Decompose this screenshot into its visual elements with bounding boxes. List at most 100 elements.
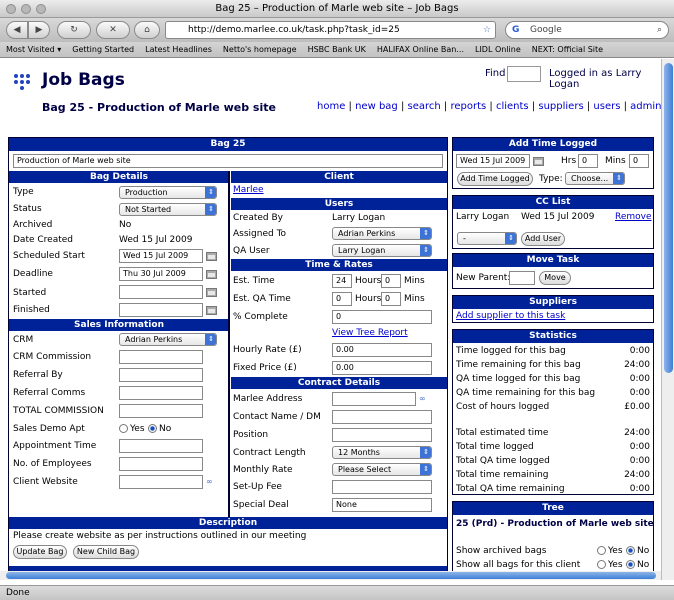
horizontal-scroll-thumb[interactable] (6, 572, 656, 579)
total-commission-input[interactable] (119, 404, 203, 418)
bookmark-item[interactable]: LIDL Online (475, 42, 521, 57)
close-window-button[interactable] (6, 4, 16, 14)
nav-admin[interactable]: admin (630, 101, 661, 112)
calendar-icon[interactable] (533, 157, 544, 166)
window-controls[interactable] (6, 4, 46, 14)
status-select[interactable]: Not Started ⇕ (119, 203, 217, 216)
marlee-address-input[interactable] (332, 392, 416, 406)
crm-commission-input[interactable] (119, 350, 203, 364)
demo-no-radio[interactable] (148, 424, 157, 433)
log-date-input[interactable]: Wed 15 Jul 2009 (456, 154, 530, 168)
calendar-icon[interactable] (206, 288, 217, 297)
move-button[interactable]: Move (539, 271, 571, 285)
tree-item-link[interactable]: 25 (Prd) - Production of Marle web site (456, 519, 654, 529)
vertical-scrollbar[interactable] (661, 59, 674, 580)
nav-users[interactable]: users (593, 101, 620, 112)
minimize-window-button[interactable] (21, 4, 31, 14)
hourly-rate-label: Hourly Rate (£) (233, 345, 302, 355)
hourly-rate-input[interactable]: 0.00 (332, 343, 432, 357)
bookmark-item[interactable]: Latest Headlines (145, 42, 212, 57)
type-select[interactable]: Production ⇕ (119, 186, 217, 199)
calendar-icon[interactable] (206, 252, 217, 261)
hrs-label: Hrs (561, 156, 577, 166)
stat-value: 0:00 (629, 374, 650, 384)
remove-cc-link[interactable]: Remove (615, 212, 652, 222)
qa-mins-input[interactable]: 0 (381, 292, 401, 306)
special-deal-input[interactable]: None (332, 498, 432, 512)
mins-input[interactable]: 0 (629, 154, 649, 168)
calendar-icon[interactable] (206, 306, 217, 315)
all-yes-radio[interactable] (597, 560, 606, 569)
bookmark-star-icon[interactable]: ☆ (483, 22, 491, 38)
scheduled-start-input[interactable]: Wed 15 Jul 2009 (119, 249, 203, 263)
all-no-radio[interactable] (626, 560, 635, 569)
nav-new-bag[interactable]: new bag (355, 101, 398, 112)
appointment-input[interactable] (119, 439, 203, 453)
bookmark-item[interactable]: Getting Started (72, 42, 134, 57)
forward-button[interactable]: ▶ (28, 21, 50, 39)
bookmark-item[interactable]: Netto's homepage (223, 42, 297, 57)
zoom-window-button[interactable] (36, 4, 46, 14)
add-supplier-link[interactable]: Add supplier to this task (456, 311, 565, 321)
link-icon[interactable]: ∞ (419, 394, 426, 403)
bag-title-input[interactable]: Production of Marle web site (13, 154, 443, 168)
add-user-button[interactable]: Add User (521, 232, 565, 246)
archived-yes-radio[interactable] (597, 546, 606, 555)
fixed-price-input[interactable]: 0.00 (332, 361, 432, 375)
setup-fee-input[interactable] (332, 480, 432, 494)
calendar-icon[interactable] (206, 270, 217, 279)
qa-user-select[interactable]: Larry Logan ⇕ (332, 244, 432, 257)
est-hours-input[interactable]: 24 (332, 274, 352, 288)
nav-search[interactable]: search (408, 101, 441, 112)
back-button[interactable]: ◀ (6, 21, 28, 39)
find-input[interactable] (507, 66, 541, 82)
employees-input[interactable] (119, 457, 203, 471)
demo-yes-radio[interactable] (119, 424, 128, 433)
nav-suppliers[interactable]: suppliers (538, 101, 583, 112)
hrs-input[interactable]: 0 (578, 154, 598, 168)
reload-button[interactable]: ↻ (57, 21, 91, 39)
new-parent-input[interactable] (509, 271, 535, 285)
new-child-bag-button[interactable]: New Child Bag (73, 545, 139, 559)
nav-home[interactable]: home (317, 101, 345, 112)
home-button[interactable]: ⌂ (134, 21, 160, 39)
crm-select[interactable]: Adrian Perkins ⇕ (119, 333, 217, 346)
total-value: 0:00 (629, 456, 650, 466)
link-icon[interactable]: ∞ (206, 477, 213, 486)
horizontal-scrollbar[interactable] (0, 571, 661, 580)
search-placeholder: Google (530, 25, 562, 35)
time-type-select[interactable]: Choose... ⇕ (565, 172, 625, 185)
cc-user-select[interactable]: - ⇕ (457, 232, 517, 245)
client-website-input[interactable] (119, 475, 203, 489)
complete-input[interactable]: 0 (332, 310, 432, 324)
update-bag-button[interactable]: Update Bag (13, 545, 67, 559)
address-bar[interactable]: http://demo.marlee.co.uk/task.php?task_i… (165, 21, 496, 39)
nav-reports[interactable]: reports (450, 101, 486, 112)
contact-input[interactable] (332, 410, 432, 424)
started-input[interactable] (119, 285, 203, 299)
bookmark-item[interactable]: Most Visited ▾ (6, 42, 61, 57)
deadline-input[interactable]: Thu 30 Jul 2009 (119, 267, 203, 281)
bookmark-item[interactable]: HALIFAX Online Ban... (377, 42, 464, 57)
nav-clients[interactable]: clients (496, 101, 529, 112)
monthly-rate-value: Please Select (338, 465, 392, 474)
total-label: Total time remaining (456, 470, 549, 480)
referral-comms-input[interactable] (119, 386, 203, 400)
bookmark-item[interactable]: NEXT: Official Site (532, 42, 603, 57)
stop-button[interactable]: ✕ (96, 21, 130, 39)
monthly-rate-select[interactable]: Please Select ⇕ (332, 463, 432, 476)
finished-input[interactable] (119, 303, 203, 317)
view-tree-report-link[interactable]: View Tree Report (332, 328, 408, 338)
referral-input[interactable] (119, 368, 203, 382)
archived-no-radio[interactable] (626, 546, 635, 555)
assigned-to-select[interactable]: Adrian Perkins ⇕ (332, 227, 432, 240)
search-bar[interactable]: G Google ⌕ (505, 21, 669, 39)
vertical-scroll-thumb[interactable] (664, 63, 673, 373)
est-mins-input[interactable]: 0 (381, 274, 401, 288)
contract-length-select[interactable]: 12 Months ⇕ (332, 446, 432, 459)
add-time-logged-button[interactable]: Add Time Logged (457, 172, 533, 186)
qa-hours-input[interactable]: 0 (332, 292, 352, 306)
position-input[interactable] (332, 428, 432, 442)
bookmark-item[interactable]: HSBC Bank UK (308, 42, 366, 57)
client-link[interactable]: Marlee (233, 185, 264, 195)
